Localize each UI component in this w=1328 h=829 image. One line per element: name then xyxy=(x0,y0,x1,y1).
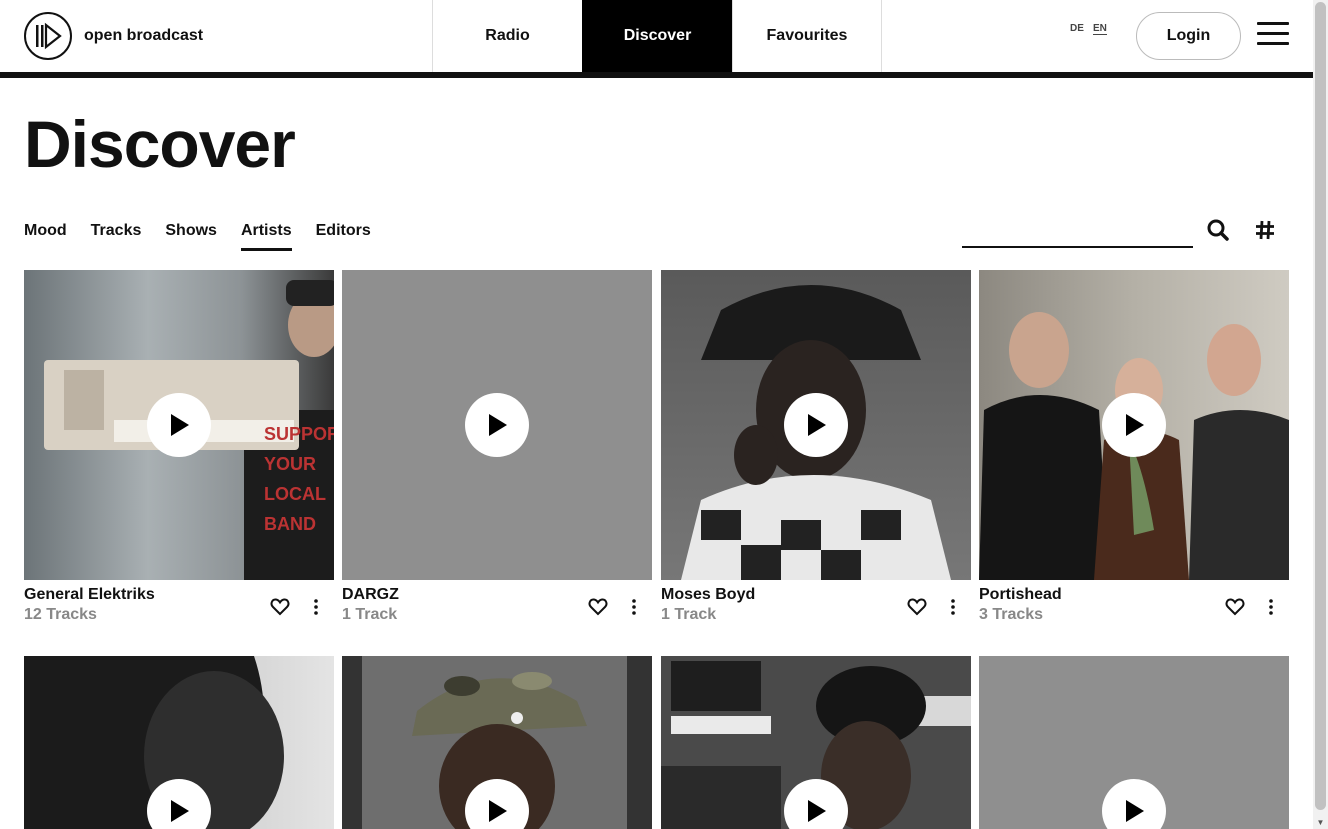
track-count: 3 Tracks xyxy=(979,606,1044,623)
artist-image[interactable] xyxy=(661,270,971,580)
svg-text:LOCAL: LOCAL xyxy=(264,484,326,504)
play-icon[interactable] xyxy=(1102,779,1166,829)
tab-mood[interactable]: Mood xyxy=(24,222,67,251)
artist-name[interactable]: General Elektriks xyxy=(24,586,155,604)
artist-image[interactable] xyxy=(342,656,652,829)
track-count: 1 Track xyxy=(342,606,398,623)
artist-name[interactable]: Portishead xyxy=(979,586,1062,604)
artist-card[interactable] xyxy=(342,656,652,829)
lang-en-link[interactable]: EN xyxy=(1093,23,1107,35)
play-icon[interactable] xyxy=(147,393,211,457)
logo-icon xyxy=(24,12,72,60)
track-count: 12 Tracks xyxy=(24,606,97,623)
search-underline xyxy=(962,246,1193,248)
logo-text: open broadcast xyxy=(84,27,204,44)
artist-image[interactable]: SUPPORT YOUR LOCAL BAND xyxy=(24,270,334,580)
heart-icon[interactable] xyxy=(1225,597,1245,617)
artist-image-placeholder[interactable] xyxy=(342,270,652,580)
nav-discover[interactable]: Discover xyxy=(582,0,732,72)
play-icon[interactable] xyxy=(465,393,529,457)
play-icon[interactable] xyxy=(784,393,848,457)
artist-card[interactable]: Portishead 3 Tracks xyxy=(979,270,1289,623)
scrollbar-thumb[interactable] xyxy=(1315,2,1326,810)
svg-text:BAND: BAND xyxy=(264,514,316,534)
hashtag-icon[interactable] xyxy=(1255,220,1275,240)
more-options-icon[interactable] xyxy=(1266,597,1276,617)
more-options-icon[interactable] xyxy=(311,597,321,617)
artist-card[interactable]: Moses Boyd 1 Track xyxy=(661,270,971,623)
heart-icon[interactable] xyxy=(270,597,290,617)
heart-icon[interactable] xyxy=(588,597,608,617)
nav-favourites[interactable]: Favourites xyxy=(732,0,882,72)
artist-image-placeholder[interactable] xyxy=(979,656,1289,829)
artist-card[interactable] xyxy=(979,656,1289,829)
tab-artists[interactable]: Artists xyxy=(240,222,292,251)
search-icon[interactable] xyxy=(1206,218,1230,242)
artist-card[interactable]: SUPPORT YOUR LOCAL BAND General Elektrik… xyxy=(24,270,334,623)
artist-image[interactable] xyxy=(661,656,971,829)
tab-tracks[interactable]: Tracks xyxy=(91,222,142,251)
main-nav: Radio Discover Favourites xyxy=(432,0,882,72)
scrollbar[interactable]: ▼ xyxy=(1313,0,1328,829)
scroll-down-icon[interactable]: ▼ xyxy=(1313,817,1328,829)
login-button[interactable]: Login xyxy=(1136,12,1241,60)
site-header: open broadcast Radio Discover Favourites… xyxy=(0,0,1313,78)
heart-icon[interactable] xyxy=(907,597,927,617)
lang-de-link[interactable]: DE xyxy=(1070,23,1084,34)
more-options-icon[interactable] xyxy=(948,597,958,617)
artist-image[interactable] xyxy=(24,656,334,829)
svg-text:YOUR: YOUR xyxy=(264,454,316,474)
artist-name[interactable]: Moses Boyd xyxy=(661,586,755,604)
artist-name[interactable]: DARGZ xyxy=(342,586,399,604)
artist-card[interactable] xyxy=(24,656,334,829)
artist-card[interactable] xyxy=(661,656,971,829)
search-input[interactable] xyxy=(962,216,1193,244)
artist-image[interactable] xyxy=(979,270,1289,580)
tab-shows[interactable]: Shows xyxy=(165,222,217,251)
page-title: Discover xyxy=(24,107,296,181)
hamburger-menu-icon[interactable] xyxy=(1257,22,1289,50)
track-count: 1 Track xyxy=(661,606,717,623)
nav-radio[interactable]: Radio xyxy=(432,0,582,72)
svg-text:SUPPORT: SUPPORT xyxy=(264,424,334,444)
discover-tabs: Mood Tracks Shows Artists Editors xyxy=(24,222,395,251)
site-logo[interactable]: open broadcast xyxy=(24,12,203,60)
play-icon[interactable] xyxy=(1102,393,1166,457)
tab-editors[interactable]: Editors xyxy=(316,222,371,251)
more-options-icon[interactable] xyxy=(629,597,639,617)
artist-card[interactable]: DARGZ 1 Track xyxy=(342,270,652,623)
